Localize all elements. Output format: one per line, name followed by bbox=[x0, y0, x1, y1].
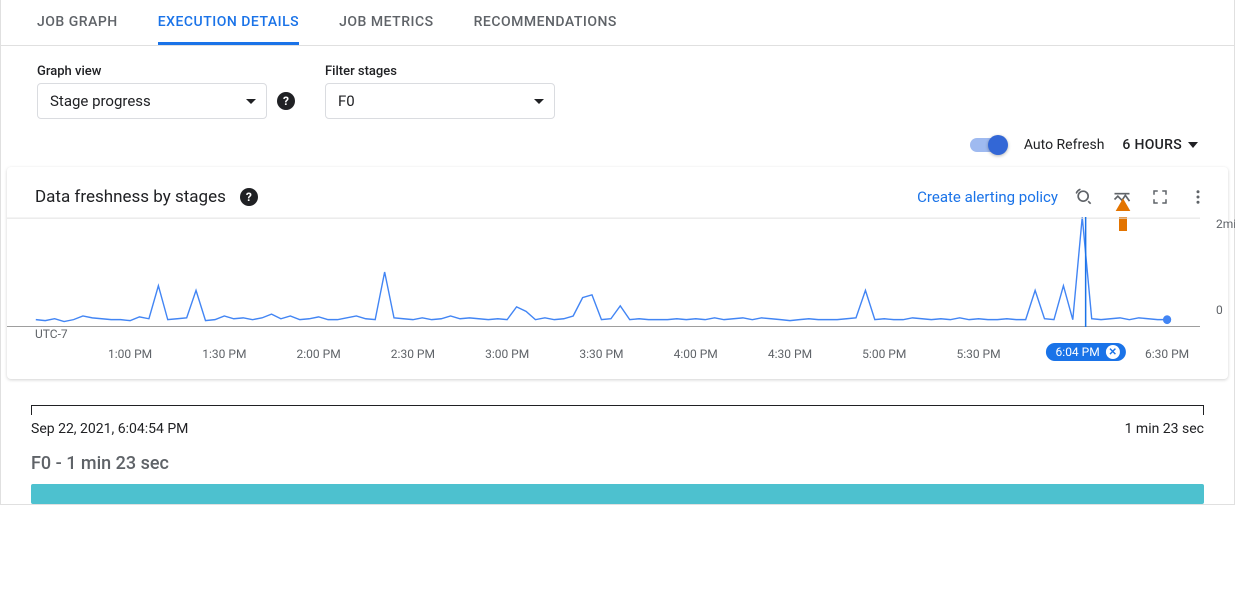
chevron-down-icon bbox=[1188, 142, 1198, 148]
help-icon[interactable]: ? bbox=[240, 188, 258, 206]
graph-view-label: Graph view bbox=[37, 64, 295, 79]
close-icon[interactable]: ✕ bbox=[1106, 345, 1120, 359]
help-icon[interactable]: ? bbox=[277, 92, 295, 110]
x-tick: 3:30 PM bbox=[579, 347, 623, 361]
timezone-label: UTC-7 bbox=[35, 327, 1200, 341]
x-tick: 5:00 PM bbox=[862, 347, 906, 361]
stage-duration-title: F0 - 1 min 23 sec bbox=[31, 453, 1204, 474]
right-toolbar: Auto Refresh 6 HOURS bbox=[1, 133, 1234, 167]
time-range-brace bbox=[31, 405, 1204, 415]
fullscreen-icon[interactable] bbox=[1148, 185, 1172, 209]
more-menu-icon[interactable] bbox=[1186, 185, 1210, 209]
chevron-down-icon bbox=[534, 99, 544, 104]
stage-progress-bar bbox=[31, 484, 1204, 504]
controls-row: Graph view Stage progress ? Filter stage… bbox=[1, 46, 1234, 133]
x-tick: 4:30 PM bbox=[768, 347, 812, 361]
y-tick-bottom: 0 bbox=[1216, 303, 1235, 317]
selected-time-pill[interactable]: 6:04 PM ✕ bbox=[1046, 343, 1126, 361]
tab-job-graph[interactable]: JOB GRAPH bbox=[37, 2, 118, 45]
selected-duration: 1 min 23 sec bbox=[1125, 421, 1204, 437]
selected-time-label: 6:04 PM bbox=[1056, 345, 1100, 359]
freshness-chart-card: Data freshness by stages ? Create alerti… bbox=[7, 167, 1228, 379]
y-tick-top: 2min bbox=[1216, 217, 1235, 231]
x-tick: 5:30 PM bbox=[956, 347, 1000, 361]
filter-stages-value: F0 bbox=[338, 92, 355, 110]
x-axis: 1:00 PM 1:30 PM 2:00 PM 2:30 PM 3:00 PM 3:30 … bbox=[7, 341, 1200, 369]
graph-view-select[interactable]: Stage progress bbox=[37, 83, 267, 119]
auto-refresh-label: Auto Refresh bbox=[1024, 137, 1105, 153]
x-tick: 2:00 PM bbox=[297, 347, 341, 361]
tab-execution-details[interactable]: EXECUTION DETAILS bbox=[158, 2, 299, 45]
chevron-down-icon bbox=[246, 99, 256, 104]
zoom-reset-icon[interactable] bbox=[1072, 185, 1096, 209]
x-tick: 1:30 PM bbox=[202, 347, 246, 361]
create-alerting-policy-link[interactable]: Create alerting policy bbox=[917, 188, 1058, 206]
x-tick: 4:00 PM bbox=[674, 347, 718, 361]
auto-refresh-toggle[interactable] bbox=[970, 138, 1006, 152]
x-tick: 1:00 PM bbox=[108, 347, 152, 361]
time-range-value: 6 HOURS bbox=[1122, 137, 1182, 153]
x-tick: 3:00 PM bbox=[485, 347, 529, 361]
filter-stages-label: Filter stages bbox=[325, 64, 555, 79]
selected-timestamp: Sep 22, 2021, 6:04:54 PM bbox=[31, 421, 188, 437]
time-range-select[interactable]: 6 HOURS bbox=[1122, 137, 1198, 153]
x-tick: 6:30 PM bbox=[1145, 347, 1189, 361]
x-tick: 2:30 PM bbox=[391, 347, 435, 361]
chart-title: Data freshness by stages bbox=[35, 187, 226, 207]
tabs: JOB GRAPH EXECUTION DETAILS JOB METRICS … bbox=[1, 0, 1234, 46]
alert-icon[interactable] bbox=[1114, 197, 1132, 213]
graph-view-value: Stage progress bbox=[50, 92, 151, 110]
freshness-chart[interactable]: 2min 0 bbox=[7, 217, 1200, 327]
tab-recommendations[interactable]: RECOMMENDATIONS bbox=[474, 2, 617, 45]
tab-job-metrics[interactable]: JOB METRICS bbox=[339, 2, 433, 45]
filter-stages-select[interactable]: F0 bbox=[325, 83, 555, 119]
